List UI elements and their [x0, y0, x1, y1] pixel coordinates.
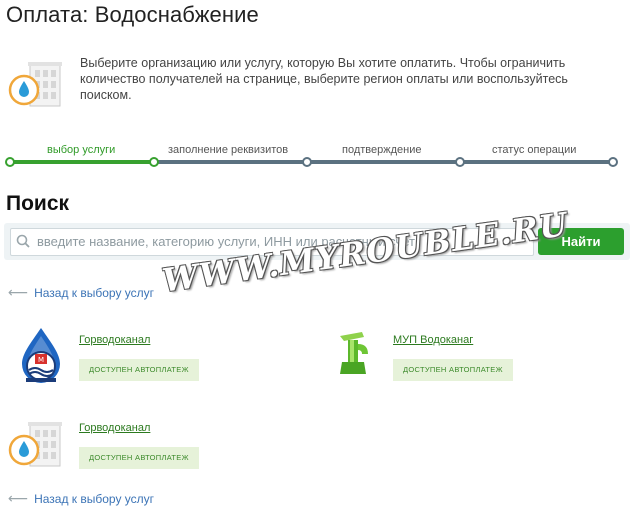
step-confirmation: подтверждение: [342, 144, 422, 156]
back-to-services-link[interactable]: ⟵ Назад к выбору услуг: [8, 284, 154, 301]
step-dot-4: [455, 157, 465, 167]
step-dot-2: [149, 157, 159, 167]
autopay-badge: ДОСТУПЕН АВТОПЛАТЕЖ: [79, 447, 199, 469]
intro-text: Выберите организацию или услугу, которую…: [80, 56, 568, 102]
building-water-drop-icon: [8, 62, 62, 107]
gorvodokanal-logo[interactable]: М: [16, 326, 66, 386]
page-title: Оплата: Водоснабжение: [6, 2, 259, 27]
back-to-services-link[interactable]: ⟵ Назад к выбору услуг: [8, 490, 154, 507]
search-icon: [16, 234, 30, 248]
arrow-left-icon: ⟵: [8, 490, 29, 506]
step-dot-5: [608, 157, 618, 167]
autopay-badge: ДОСТУПЕН АВТОПЛАТЕЖ: [79, 359, 199, 381]
step-dot-3: [302, 157, 312, 167]
arrow-left-icon: ⟵: [8, 284, 29, 300]
building-water-drop-icon[interactable]: [8, 420, 64, 470]
provider-name[interactable]: Горводоканал: [79, 422, 150, 434]
provider-name[interactable]: МУП Водоканаг: [393, 334, 473, 346]
water-faucet-icon[interactable]: [336, 330, 370, 376]
step-fill-details: заполнение реквизитов: [168, 144, 289, 156]
svg-text:М: М: [38, 356, 44, 364]
step-operation-status: статус операции: [492, 144, 577, 156]
step-select-service: выбор услуги: [47, 144, 116, 156]
autopay-badge: ДОСТУПЕН АВТОПЛАТЕЖ: [393, 359, 513, 381]
search-title: Поиск: [6, 192, 70, 215]
step-dot-1: [5, 157, 15, 167]
progress-track-active: [10, 160, 154, 164]
provider-name[interactable]: Горводоканал: [79, 334, 150, 346]
